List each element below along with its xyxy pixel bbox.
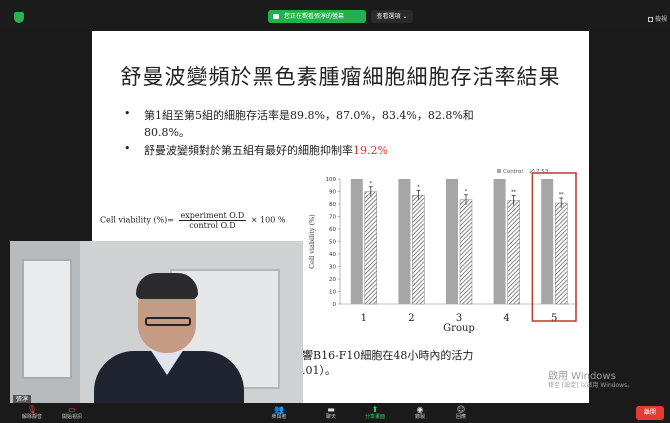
significance-marker: * xyxy=(465,189,468,195)
significance-marker: * xyxy=(370,181,373,187)
video-background-window xyxy=(22,259,72,379)
y-tick-label: 40 xyxy=(329,252,336,258)
unmute-label: 解除靜音 xyxy=(21,414,42,420)
y-tick-label: 100 xyxy=(326,177,337,183)
unmute-button[interactable]: 🎙 解除靜音 xyxy=(12,403,52,423)
figure-caption-line1: 響B16-F10細胞在48小時內的活力 xyxy=(302,349,474,362)
y-tick-label: 70 xyxy=(329,215,336,221)
leave-meeting-button[interactable]: 離開 xyxy=(636,406,664,420)
video-off-icon: ▭ xyxy=(68,405,76,414)
bullet-marker: • xyxy=(124,142,131,155)
legend-label-control: Control xyxy=(503,169,523,175)
record-label: 錄製 xyxy=(414,414,425,420)
bullet-inhibition: • 舒曼波變頻對於第五組有最好的細胞抑制率19.2% xyxy=(124,142,388,158)
mic-muted-icon: 🎙 xyxy=(26,405,38,414)
significance-marker: ** xyxy=(511,190,516,196)
y-axis-label: Cell viability (%) xyxy=(308,214,316,269)
bullet-viability: • 第1組至第5組的細胞存活率是89.8%，87.0%，83.4%，82.8%和 xyxy=(124,107,474,123)
formula-lhs: Cell viability (%)= xyxy=(100,215,174,225)
view-mode-label: 檢視 xyxy=(655,16,668,23)
x-tick-label: 4 xyxy=(503,313,509,324)
share-screen-button[interactable]: ⬆ 分享畫面 xyxy=(355,403,395,423)
x-axis-label: Group xyxy=(443,323,475,334)
share-banner-text: 您正在觀看張淳的螢幕 xyxy=(284,13,345,20)
legend-swatch-control xyxy=(497,169,501,173)
view-mode-button[interactable]: 檢視 xyxy=(648,14,667,23)
x-tick-label: 1 xyxy=(361,313,367,324)
reactions-label: 回應 xyxy=(455,414,466,420)
bar-control xyxy=(350,179,363,304)
meeting-top-bar: 您正在觀看張淳的螢幕 查看選項 ⌄ 檢視 xyxy=(0,0,670,30)
record-icon: ◉ xyxy=(416,405,424,414)
participants-button[interactable]: 👥 參與者 xyxy=(259,403,299,423)
bar-treatment xyxy=(412,195,425,305)
chat-button[interactable]: ▬ 聊天 xyxy=(311,403,351,423)
y-tick-label: 10 xyxy=(329,290,336,296)
reactions-icon: ☺ xyxy=(456,405,466,414)
bar-treatment xyxy=(554,202,568,305)
formula-fraction: experiment O.D control O.D xyxy=(178,211,247,230)
cell-viability-bar-chart: 0 10 20 30 40 50 60 70 80 90 100 Cell viability (%)… xyxy=(308,169,578,334)
bullet-viability-line1: 第1組至第5組的細胞存活率是89.8%，87.0%，83.4%，82.8%和 xyxy=(144,109,474,122)
figure-caption-line2: .01）。 xyxy=(302,364,336,377)
bar-control xyxy=(541,179,554,304)
significance-marker: * xyxy=(417,184,420,190)
significance-marker: ** xyxy=(559,192,565,198)
bullet-viability-line2: 80.8%。 xyxy=(144,126,190,139)
bar-treatment xyxy=(459,199,473,305)
share-screen-label: 分享畫面 xyxy=(364,414,385,420)
view-options-button[interactable]: 查看選項 ⌄ xyxy=(371,10,413,23)
grid-icon xyxy=(648,17,653,22)
formula-numerator: experiment O.D xyxy=(178,211,247,221)
bar-control xyxy=(446,179,458,304)
bullet-marker: • xyxy=(124,107,131,120)
activation-watermark-sub: 移至 [設定] 以啟用 Windows。 xyxy=(548,382,634,389)
x-tick-label: 5 xyxy=(551,313,557,324)
inhibition-rate-value: 19.2% xyxy=(353,144,388,157)
legend-label-treatment: 7.53 xyxy=(536,169,549,175)
formula-denominator: control O.D xyxy=(189,221,236,230)
x-tick-label: 3 xyxy=(456,313,462,324)
chat-icon: ▬ xyxy=(327,405,335,414)
bar-treatment xyxy=(364,191,378,305)
y-tick-label: 20 xyxy=(329,277,336,283)
highlight-box-group5 xyxy=(531,172,577,322)
bullet-inhibition-text: 舒曼波變頻對於第五組有最好的細胞抑制率 xyxy=(144,144,353,157)
y-tick-label: 90 xyxy=(329,190,336,196)
participant-video-tile[interactable]: 張淳 xyxy=(10,241,303,406)
meeting-toolbar: 🎙 解除靜音 ▭ 開始視訊 👥 參與者 ▬ 聊天 ⬆ 分享畫面 ◉ 錄製 ☺ 回… xyxy=(0,403,670,423)
y-tick-label: 30 xyxy=(329,265,336,271)
chat-label: 聊天 xyxy=(325,414,336,420)
participants-icon: 👥 xyxy=(274,405,284,414)
start-video-label: 開始視訊 xyxy=(61,414,82,420)
x-tick-label: 2 xyxy=(408,313,414,324)
participant-glasses xyxy=(145,317,191,326)
viability-formula: Cell viability (%)= experiment O.D contr… xyxy=(100,211,286,230)
share-screen-icon: ⬆ xyxy=(371,405,379,414)
screen-share-icon xyxy=(273,14,279,19)
security-shield-icon[interactable] xyxy=(14,12,24,23)
y-tick-label: 80 xyxy=(329,202,336,208)
bar-control xyxy=(398,179,411,304)
bar-control xyxy=(493,179,506,304)
slide-title: 舒曼波變頻於黑色素腫瘤細胞細胞存活率結果 xyxy=(120,65,561,89)
participant-hair xyxy=(136,273,198,299)
start-video-button[interactable]: ▭ 開始視訊 xyxy=(52,403,92,423)
participants-label: 參與者 xyxy=(271,414,287,420)
formula-rhs: × 100 % xyxy=(250,215,286,225)
y-tick-label: 0 xyxy=(333,302,337,308)
bar-treatment xyxy=(507,200,520,305)
record-button[interactable]: ◉ 錄製 xyxy=(400,403,440,423)
y-tick-label: 50 xyxy=(329,240,336,246)
viewing-share-banner[interactable]: 您正在觀看張淳的螢幕 xyxy=(268,10,366,23)
bullet-viability-cont: 80.8%。 xyxy=(144,124,190,140)
y-tick-label: 60 xyxy=(329,227,336,233)
reactions-button[interactable]: ☺ 回應 xyxy=(441,403,481,423)
